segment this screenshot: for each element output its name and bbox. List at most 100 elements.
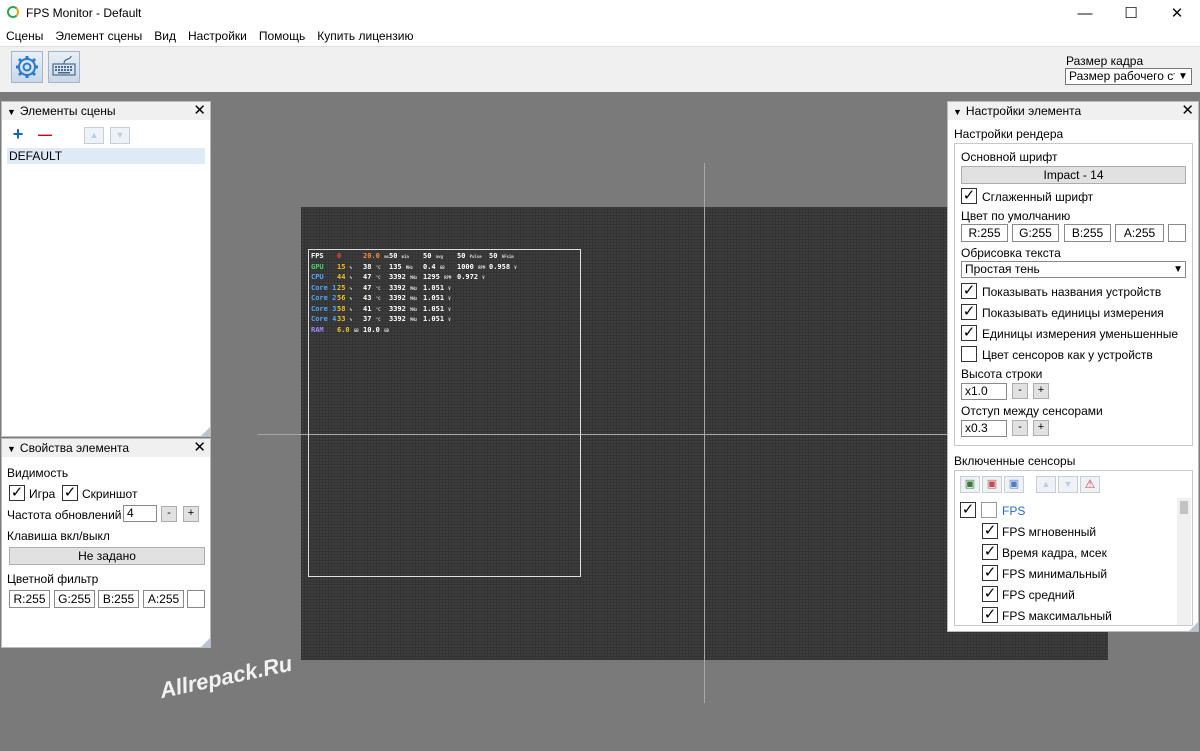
- osd-unit: min: [401, 254, 409, 259]
- sensor-down-icon[interactable]: ▼: [1058, 476, 1078, 493]
- sensor-checkbox[interactable]: ✓: [982, 544, 998, 560]
- osd-value: 20.0 ms: [363, 252, 389, 260]
- add-scene-button[interactable]: +: [8, 125, 28, 144]
- row-height-decrease-button[interactable]: -: [1012, 383, 1028, 399]
- row-height-input[interactable]: x1.0: [961, 383, 1007, 400]
- move-down-button[interactable]: ▼: [110, 127, 130, 144]
- keyboard-icon: [52, 56, 76, 76]
- close-icon[interactable]: ✕: [1181, 102, 1194, 120]
- scrollbar-thumb[interactable]: [1180, 501, 1188, 514]
- osd-unit: °C: [375, 285, 381, 291]
- osd-element-frame[interactable]: FPS 0 20.0 ms 50 min 50 avg 50 Pulse 50 AFsim…: [308, 249, 581, 577]
- sensor-checkbox[interactable]: ✓: [982, 607, 998, 623]
- close-icon[interactable]: ✕: [193, 102, 206, 120]
- fps-group-label: FPS: [1002, 504, 1026, 518]
- fps-group-color-swatch[interactable]: [981, 502, 997, 518]
- screenshot-checkbox[interactable]: ✓: [62, 485, 78, 501]
- filter-color-swatch[interactable]: [187, 590, 205, 608]
- app-logo-icon: [7, 6, 19, 18]
- osd-unit: °C: [375, 275, 381, 280]
- menu-settings[interactable]: Настройки: [182, 26, 253, 46]
- menu-scene-element[interactable]: Элемент сцены: [49, 26, 148, 46]
- hotkeys-button[interactable]: [48, 51, 80, 83]
- sensor-list-scrollbar[interactable]: [1177, 498, 1191, 625]
- hotkey-label: Клавиша вкл/выкл: [7, 529, 110, 543]
- osd-unit: MHz: [410, 296, 418, 301]
- remove-scene-button[interactable]: —: [35, 127, 55, 144]
- default-blue-field[interactable]: B:255: [1064, 224, 1111, 242]
- osd-unit: V: [448, 306, 451, 312]
- color-filter-label: Цветной фильтр: [7, 572, 99, 586]
- default-green-field[interactable]: G:255: [1012, 224, 1059, 242]
- sensor-list[interactable]: ✓ FPS ✓ FPS мгновенный ✓ Время кадра, мс…: [955, 498, 1191, 625]
- osd-unit: °C: [375, 296, 381, 301]
- sensor-item-label: FPS максимальный: [1002, 609, 1112, 623]
- refresh-rate-decrease-button[interactable]: -: [161, 506, 177, 522]
- default-alpha-field[interactable]: A:255: [1115, 224, 1164, 242]
- sensor-up-icon[interactable]: ▲: [1036, 476, 1056, 493]
- sensor-spacing-decrease-button[interactable]: -: [1012, 420, 1028, 436]
- small-units-label: Единицы измерения уменьшенные: [982, 327, 1179, 341]
- sensor-spacing-input[interactable]: x0.3: [961, 420, 1007, 437]
- sensor-device-color-checkbox[interactable]: [961, 346, 977, 362]
- add-sensor-icon[interactable]: ▣: [960, 476, 980, 493]
- collapse-triangle-icon[interactable]: ▼: [7, 107, 16, 117]
- collapse-triangle-icon[interactable]: ▼: [953, 107, 962, 117]
- resize-grip-icon[interactable]: [201, 427, 210, 436]
- sensor-search-icon[interactable]: ▣: [1004, 476, 1024, 493]
- refresh-rate-input[interactable]: 4: [123, 505, 157, 522]
- sensor-spacing-increase-button[interactable]: +: [1033, 420, 1049, 436]
- maximize-button[interactable]: ☐: [1108, 0, 1154, 26]
- gear-icon: [16, 56, 38, 78]
- default-color-label: Цвет по умолчанию: [961, 209, 1071, 223]
- refresh-rate-label: Частота обновлений: [7, 508, 122, 522]
- osd-device-label: GPU: [311, 262, 324, 271]
- minimize-button[interactable]: —: [1062, 0, 1108, 26]
- scene-list-item[interactable]: DEFAULT: [7, 148, 205, 164]
- filter-alpha-field[interactable]: A:255: [143, 590, 184, 608]
- sensor-checkbox[interactable]: ✓: [982, 586, 998, 602]
- filter-red-field[interactable]: R:255: [9, 590, 50, 608]
- element-properties-header: ▼ Свойства элемента ✕: [2, 439, 210, 457]
- game-checkbox[interactable]: ✓: [9, 485, 25, 501]
- menu-bar: Сцены Элемент сцены Вид Настройки Помощь…: [0, 26, 1200, 46]
- warning-icon[interactable]: ⚠: [1080, 476, 1100, 493]
- fps-group-checkbox[interactable]: ✓: [960, 502, 976, 518]
- menu-help[interactable]: Помощь: [253, 26, 311, 46]
- filter-blue-field[interactable]: B:255: [98, 590, 139, 608]
- close-window-button[interactable]: ✕: [1154, 0, 1200, 26]
- row-height-increase-button[interactable]: +: [1033, 383, 1049, 399]
- sensor-checkbox[interactable]: ✓: [982, 565, 998, 581]
- show-device-names-checkbox[interactable]: ✓: [961, 283, 977, 299]
- window-title: FPS Monitor - Default: [26, 6, 142, 20]
- osd-unit: AFsim: [501, 254, 514, 259]
- menu-scenes[interactable]: Сцены: [0, 26, 49, 46]
- osd-unit: avg: [435, 254, 443, 259]
- resize-grip-icon[interactable]: [1189, 622, 1198, 631]
- smooth-font-label: Сглаженный шрифт: [982, 190, 1094, 204]
- default-red-field[interactable]: R:255: [961, 224, 1008, 242]
- collapse-triangle-icon[interactable]: ▼: [7, 444, 16, 454]
- default-color-swatch[interactable]: [1168, 224, 1186, 242]
- sensor-checkbox[interactable]: ✓: [982, 523, 998, 539]
- smooth-font-checkbox[interactable]: ✓: [961, 188, 977, 204]
- show-units-checkbox[interactable]: ✓: [961, 304, 977, 320]
- main-font-button[interactable]: Impact - 14: [961, 166, 1186, 184]
- close-icon[interactable]: ✕: [193, 439, 206, 457]
- resize-grip-icon[interactable]: [201, 638, 210, 647]
- remove-sensor-icon[interactable]: ▣: [982, 476, 1002, 493]
- osd-value: 1000 RPM: [457, 262, 486, 271]
- menu-buy-license[interactable]: Купить лицензию: [311, 26, 419, 46]
- small-units-checkbox[interactable]: ✓: [961, 325, 977, 341]
- move-up-button[interactable]: ▲: [84, 127, 104, 144]
- refresh-rate-increase-button[interactable]: +: [183, 506, 199, 522]
- menu-view[interactable]: Вид: [148, 26, 182, 46]
- osd-value: 50 AFsim: [489, 252, 514, 260]
- settings-button[interactable]: [11, 51, 43, 83]
- osd-value: 1.051 V: [423, 283, 451, 292]
- frame-size-select[interactable]: Размер рабочего стола ▼: [1065, 68, 1192, 85]
- filter-green-field[interactable]: G:255: [54, 590, 95, 608]
- osd-value: 3392 MHz: [389, 273, 418, 281]
- text-outline-select[interactable]: Простая тень ▼: [961, 261, 1186, 278]
- hotkey-button[interactable]: Не задано: [9, 547, 205, 565]
